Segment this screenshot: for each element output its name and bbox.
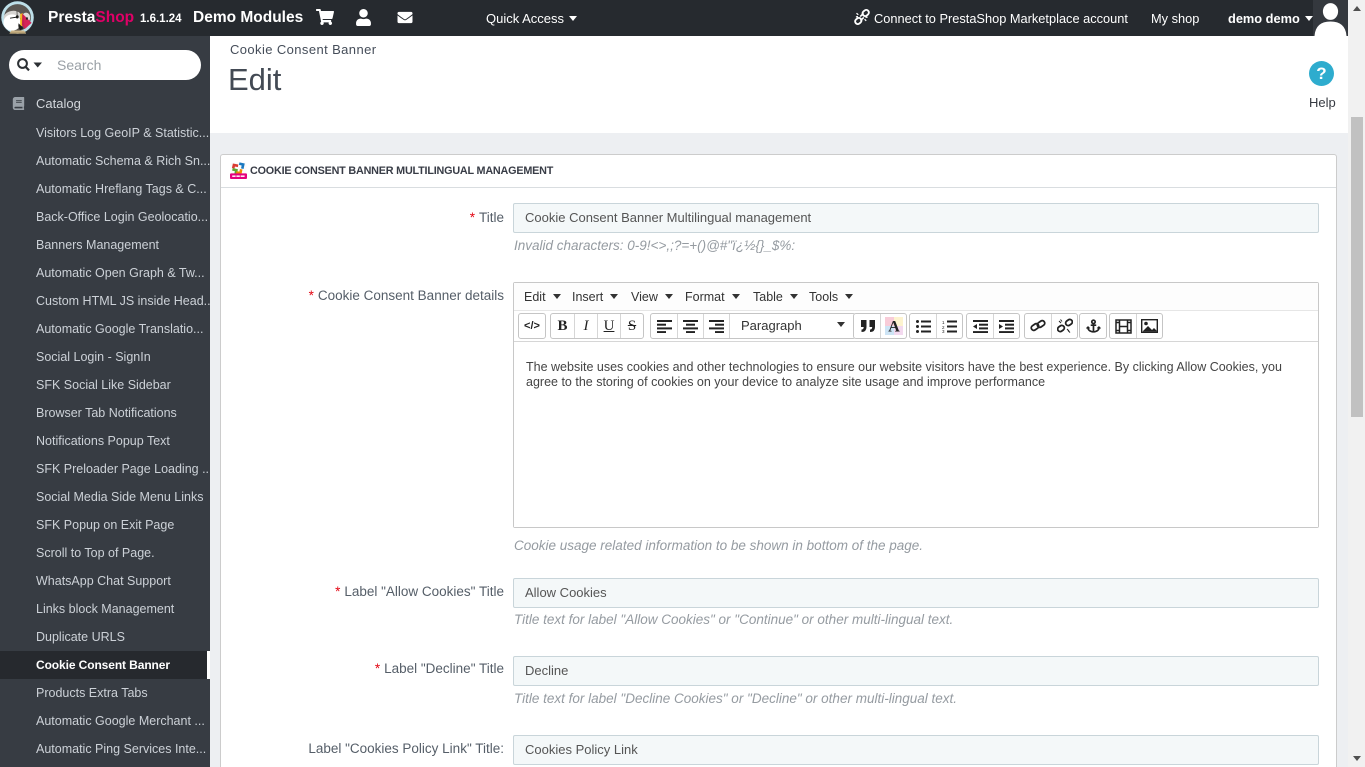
svg-text:A: A — [888, 319, 900, 336]
svg-text:3: 3 — [942, 329, 945, 333]
